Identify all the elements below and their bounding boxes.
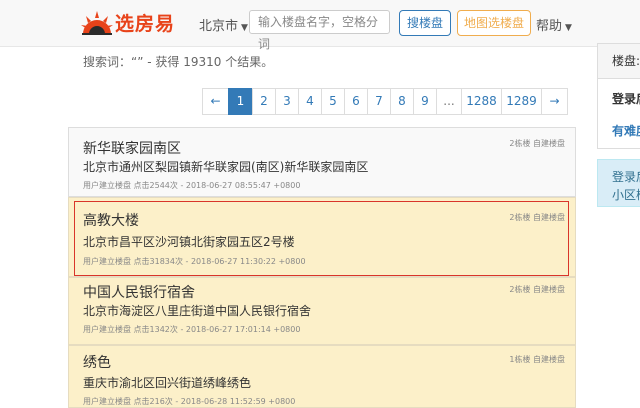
brand-name[interactable]: 选房易 (115, 9, 175, 36)
page-3[interactable]: 3 (275, 88, 299, 115)
sidebar-panel: 楼盘: 登录后 有难度 (597, 43, 640, 149)
search-summary: 搜索词：“” - 获得 19310 个结果。 (83, 55, 274, 69)
search-button[interactable]: 搜楼盘 (399, 10, 451, 36)
sidebar-info-alert: 登录后 小区楼 (597, 159, 640, 207)
page-9[interactable]: 9 (413, 88, 437, 115)
result-address: 北京市昌平区沙河镇北街家园五区2号楼 (83, 235, 295, 249)
sidebar-login-link[interactable]: 登录后 (612, 90, 640, 107)
page-1288[interactable]: 1288 (461, 88, 502, 115)
page-next-button[interactable]: → (541, 88, 568, 115)
search-placeholder: 输入楼盘名字，空格分词 (258, 15, 379, 51)
city-selector[interactable]: 北京市 ▼ (199, 15, 248, 34)
sidebar-panel-title: 楼盘: (598, 44, 640, 79)
page-1[interactable]: 1 (228, 88, 253, 115)
result-tag: 1栋楼 自建楼盘 (509, 355, 565, 364)
page-5[interactable]: 5 (321, 88, 345, 115)
result-address: 重庆市渝北区回兴街道绣峰绣色 (83, 376, 252, 390)
result-meta: 用户建立楼盘 点击2544次 - 2018-06-27 08:55:47 +08… (83, 181, 301, 190)
page-7[interactable]: 7 (367, 88, 391, 115)
help-menu[interactable]: 帮助 ▼ (536, 15, 572, 34)
search-input[interactable]: 输入楼盘名字，空格分词 (249, 10, 390, 51)
result-tag: 2栋楼 自建楼盘 (509, 213, 565, 222)
sun-logo-icon[interactable] (80, 10, 114, 36)
result-meta: 用户建立楼盘 点击31834次 - 2018-06-27 11:30:22 +0… (83, 257, 306, 266)
result-address: 北京市通州区梨园镇新华联家园(南区)新华联家园南区 (83, 160, 369, 174)
sidebar-info-line2: 小区楼 (612, 188, 640, 202)
page-4[interactable]: 4 (298, 88, 322, 115)
result-meta: 用户建立楼盘 点击1342次 - 2018-06-27 17:01:14 +08… (83, 325, 301, 334)
navbar: 选房易 北京市 ▼ 输入楼盘名字，空格分词 搜楼盘 地图选楼盘 帮助 ▼ (0, 0, 640, 51)
page-ellipsis: ... (436, 88, 462, 115)
result-meta: 用户建立楼盘 点击216次 - 2018-06-28 11:52:59 +080… (83, 397, 296, 406)
page-8[interactable]: 8 (390, 88, 414, 115)
result-title[interactable]: 绣色 (83, 352, 111, 372)
result-item[interactable]: 绣色 1栋楼 自建楼盘 重庆市渝北区回兴街道绣峰绣色 用户建立楼盘 点击216次… (68, 345, 576, 408)
caret-down-icon: ▼ (241, 23, 248, 33)
page-prev-button[interactable]: ← (202, 88, 229, 115)
result-item[interactable]: 中国人民银行宿舍 2栋楼 自建楼盘 北京市海淀区八里庄街道中国人民银行宿舍 用户… (68, 277, 576, 345)
result-title[interactable]: 高教大楼 (83, 210, 139, 230)
result-title[interactable]: 新华联家园南区 (83, 138, 181, 158)
city-label: 北京市 (199, 19, 239, 34)
result-tag: 2栋楼 自建楼盘 (509, 285, 565, 294)
caret-down-icon: ▼ (565, 23, 572, 33)
page-6[interactable]: 6 (344, 88, 368, 115)
result-item[interactable]: 新华联家园南区 2栋楼 自建楼盘 北京市通州区梨园镇新华联家园(南区)新华联家园… (68, 127, 576, 197)
sidebar-hard-link[interactable]: 有难度 (612, 122, 640, 139)
result-tag: 2栋楼 自建楼盘 (509, 139, 565, 148)
page-1289[interactable]: 1289 (501, 88, 542, 115)
result-title[interactable]: 中国人民银行宿舍 (83, 282, 195, 302)
map-search-button[interactable]: 地图选楼盘 (457, 10, 531, 36)
result-address: 北京市海淀区八里庄街道中国人民银行宿舍 (83, 304, 312, 318)
result-item[interactable]: 高教大楼 2栋楼 自建楼盘 北京市昌平区沙河镇北街家园五区2号楼 用户建立楼盘 … (68, 197, 576, 277)
pagination: ← 1 2 3 4 5 6 7 8 9 ... 1288 1289 → (202, 88, 568, 115)
help-label: 帮助 (536, 19, 563, 34)
page-2[interactable]: 2 (252, 88, 276, 115)
sidebar-info-line1: 登录后 (612, 170, 640, 184)
